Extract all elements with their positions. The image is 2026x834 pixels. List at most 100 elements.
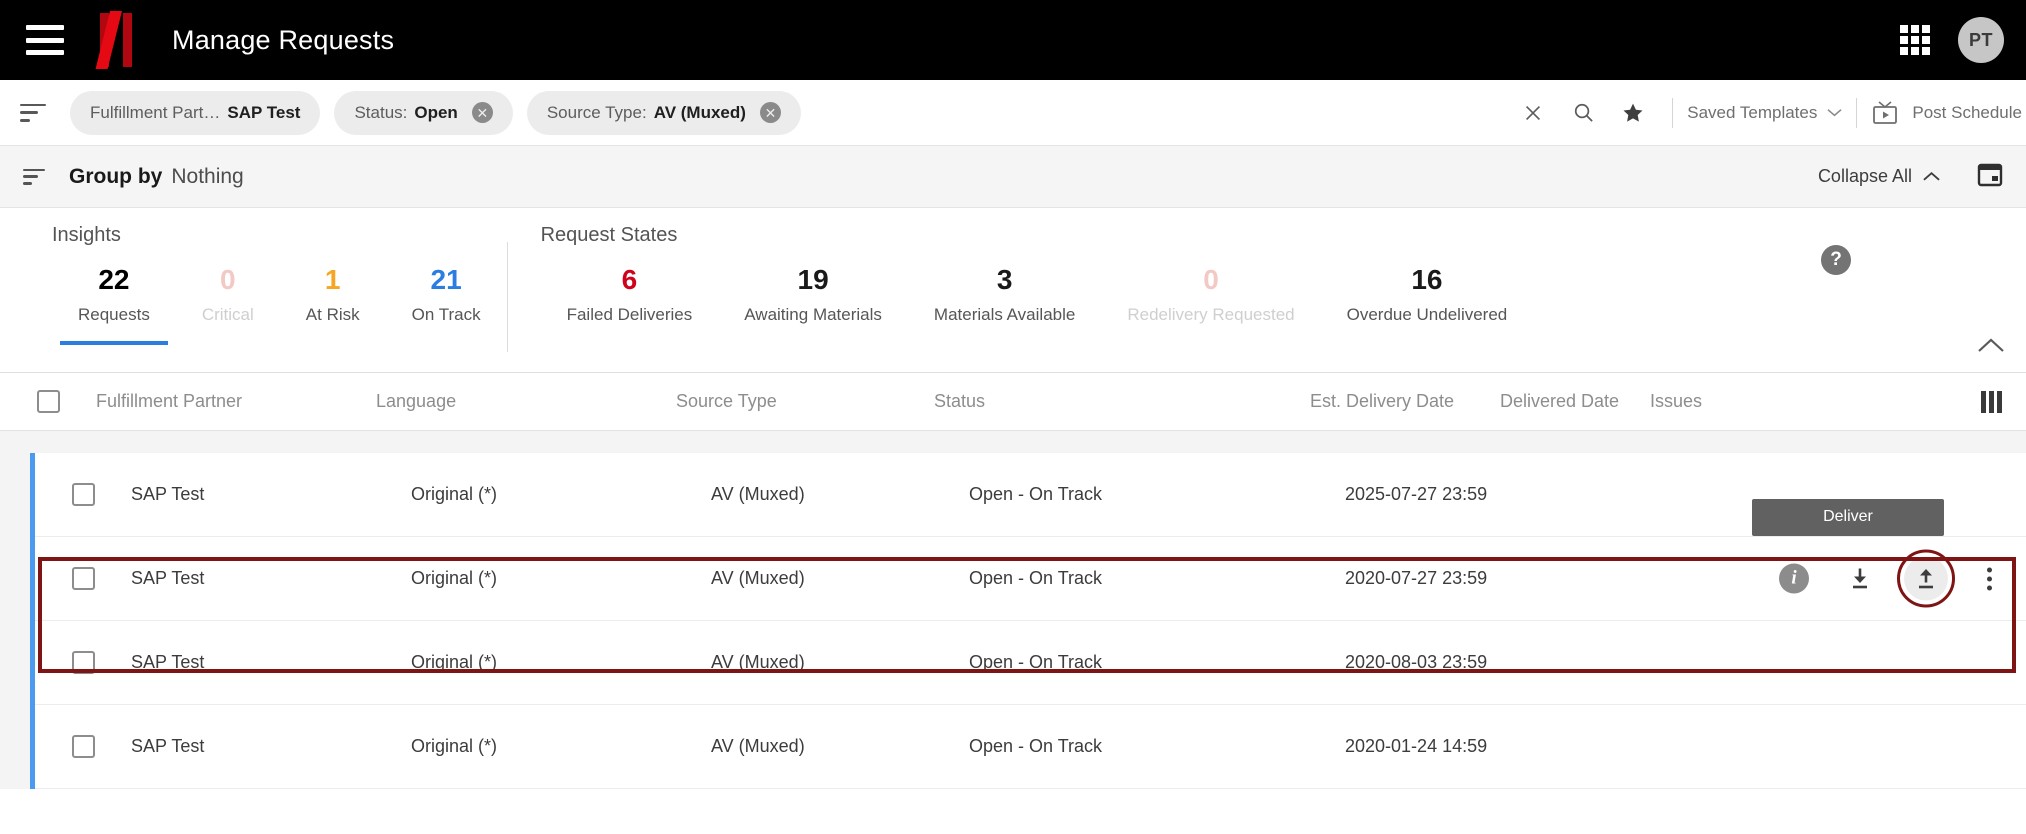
cell-fulfillment-partner: SAP Test: [131, 736, 205, 756]
column-header-delivered-date[interactable]: Delivered Date: [1500, 391, 1650, 412]
cell-est-delivery-date: 2020-01-24 14:59: [1345, 736, 1488, 756]
row-checkbox[interactable]: [71, 735, 95, 758]
insight-on-track[interactable]: 21 On Track: [386, 264, 507, 325]
state-overdue-undelivered[interactable]: 16 Overdue Undelivered: [1321, 264, 1534, 325]
cell-language: Original (*): [411, 568, 498, 588]
app-grid-icon[interactable]: [1900, 25, 1930, 55]
state-awaiting-materials[interactable]: 19 Awaiting Materials: [718, 264, 908, 325]
post-schedule-button[interactable]: Post Schedule: [1871, 100, 2026, 126]
search-icon[interactable]: [1558, 80, 1608, 145]
row-select-cell: [35, 735, 131, 758]
insights-group-title: Insights: [52, 224, 121, 246]
deliver-button[interactable]: [1897, 549, 1955, 608]
filter-bar: Fulfillment Part… SAP Test Status: Open …: [0, 80, 2026, 146]
select-all-checkbox[interactable]: [36, 390, 60, 413]
cell-status: Open - On Track: [969, 484, 1103, 504]
collapse-all-button[interactable]: Collapse All: [1818, 166, 1940, 187]
divider: [1672, 97, 1674, 128]
state-materials-available[interactable]: 3 Materials Available: [908, 264, 1101, 325]
row-checkbox[interactable]: [71, 567, 95, 590]
info-icon[interactable]: i: [1779, 563, 1809, 594]
insights-collapse-button[interactable]: [1978, 338, 2004, 358]
chip-remove-icon[interactable]: ✕: [471, 102, 493, 123]
post-schedule-label: Post Schedule: [1912, 102, 2022, 122]
insight-value: 1: [324, 264, 341, 295]
cell-fulfillment-partner: SAP Test: [131, 568, 205, 588]
table-row[interactable]: SAP Test Original (*) AV (Muxed) Open - …: [35, 499, 2026, 621]
cell-source-type: AV (Muxed): [711, 568, 805, 588]
chip-key: Status:: [354, 102, 408, 122]
request-states-title: Request States: [540, 224, 678, 246]
cell-source-type: AV (Muxed): [711, 484, 805, 504]
filter-chip-status[interactable]: Status: Open ✕: [334, 90, 513, 135]
saved-templates-dropdown[interactable]: Saved Templates: [1687, 103, 1842, 123]
download-icon[interactable]: [1845, 564, 1875, 594]
cell-status: Open - On Track: [969, 736, 1103, 756]
table-body: SAP Test Original (*) AV (Muxed) Open - …: [30, 453, 2026, 789]
row-checkbox[interactable]: [71, 651, 95, 674]
avatar[interactable]: PT: [1958, 17, 2004, 63]
filter-chips: Fulfillment Part… SAP Test Status: Open …: [70, 90, 801, 135]
insight-value: 21: [430, 264, 462, 295]
star-icon[interactable]: [1608, 80, 1658, 145]
divider: [1856, 97, 1858, 128]
state-label: Redelivery Requested: [1127, 304, 1295, 324]
sort-icon[interactable]: [23, 168, 47, 185]
group-bar-actions: Collapse All: [1818, 146, 2004, 207]
chip-value: Open: [414, 102, 458, 122]
state-value: 3: [996, 264, 1013, 295]
cell-status: Open - On Track: [969, 652, 1103, 672]
filter-bar-actions: Saved Templates Post Schedule: [1508, 80, 2026, 145]
insight-label: Critical: [201, 304, 254, 324]
cell-est-delivery-date: 2020-08-03 23:59: [1345, 652, 1488, 672]
app-header: Manage Requests PT: [0, 0, 2026, 80]
chevron-up-icon: [1923, 171, 1940, 181]
netflix-n-logo[interactable]: [95, 11, 132, 69]
tv-icon: [1873, 100, 1898, 124]
state-failed-deliveries[interactable]: 6 Failed Deliveries: [541, 264, 719, 325]
table-row[interactable]: SAP Test Original (*) AV (Muxed) Open - …: [35, 621, 2026, 705]
chip-value: SAP Test: [227, 102, 301, 122]
hamburger-icon[interactable]: [26, 25, 64, 55]
table-row[interactable]: SAP Test Original (*) AV (Muxed) Open - …: [35, 705, 2026, 789]
column-header-fulfillment-partner[interactable]: Fulfillment Partner: [96, 391, 376, 412]
column-header-issues[interactable]: Issues: [1650, 391, 1770, 412]
cell-language: Original (*): [411, 652, 498, 672]
column-header-language[interactable]: Language: [376, 391, 676, 412]
cell-status: Open - On Track: [969, 568, 1103, 588]
state-label: Materials Available: [933, 304, 1076, 324]
cell-source-type: AV (Muxed): [711, 736, 805, 756]
table-body-wrapper: SAP Test Original (*) AV (Muxed) Open - …: [0, 431, 2026, 789]
state-label: Overdue Undelivered: [1346, 304, 1508, 324]
insight-critical[interactable]: 0 Critical: [176, 264, 280, 325]
cell-source-type: AV (Muxed): [711, 652, 805, 672]
state-redelivery-requested[interactable]: 0 Redelivery Requested: [1101, 264, 1320, 325]
column-header-est-delivery-date[interactable]: Est. Delivery Date: [1310, 391, 1500, 412]
filter-chip-fulfillment-partner[interactable]: Fulfillment Part… SAP Test: [70, 90, 321, 135]
insight-label: On Track: [411, 304, 481, 324]
page-title: Manage Requests: [172, 24, 395, 55]
insight-requests[interactable]: 22 Requests: [52, 264, 176, 345]
calendar-icon[interactable]: [1976, 160, 2004, 193]
state-label: Failed Deliveries: [566, 304, 693, 324]
filter-icon[interactable]: [20, 103, 48, 122]
chip-key: Source Type:: [546, 102, 647, 122]
insight-at-risk[interactable]: 1 At Risk: [280, 264, 386, 325]
table-row[interactable]: SAP Test Original (*) AV (Muxed) Open - …: [35, 453, 2026, 537]
chip-remove-icon[interactable]: ✕: [759, 102, 781, 123]
row-actions: i: [1779, 549, 2002, 608]
column-header-source-type[interactable]: Source Type: [676, 391, 934, 412]
insight-label: At Risk: [305, 304, 360, 324]
row-checkbox[interactable]: [71, 483, 95, 506]
help-icon[interactable]: ?: [1821, 245, 1851, 275]
close-icon[interactable]: [1508, 80, 1558, 145]
state-value: 16: [1411, 264, 1443, 295]
columns-icon[interactable]: [1981, 390, 2002, 413]
filter-chip-source-type[interactable]: Source Type: AV (Muxed) ✕: [526, 90, 801, 135]
group-by-value[interactable]: Nothing: [171, 165, 243, 189]
row-select-cell: [35, 651, 131, 674]
cell-est-delivery-date: 2020-07-27 23:59: [1345, 568, 1488, 588]
more-vertical-icon[interactable]: [1977, 563, 2002, 594]
column-header-status[interactable]: Status: [934, 391, 1310, 412]
state-value: 19: [797, 264, 829, 295]
